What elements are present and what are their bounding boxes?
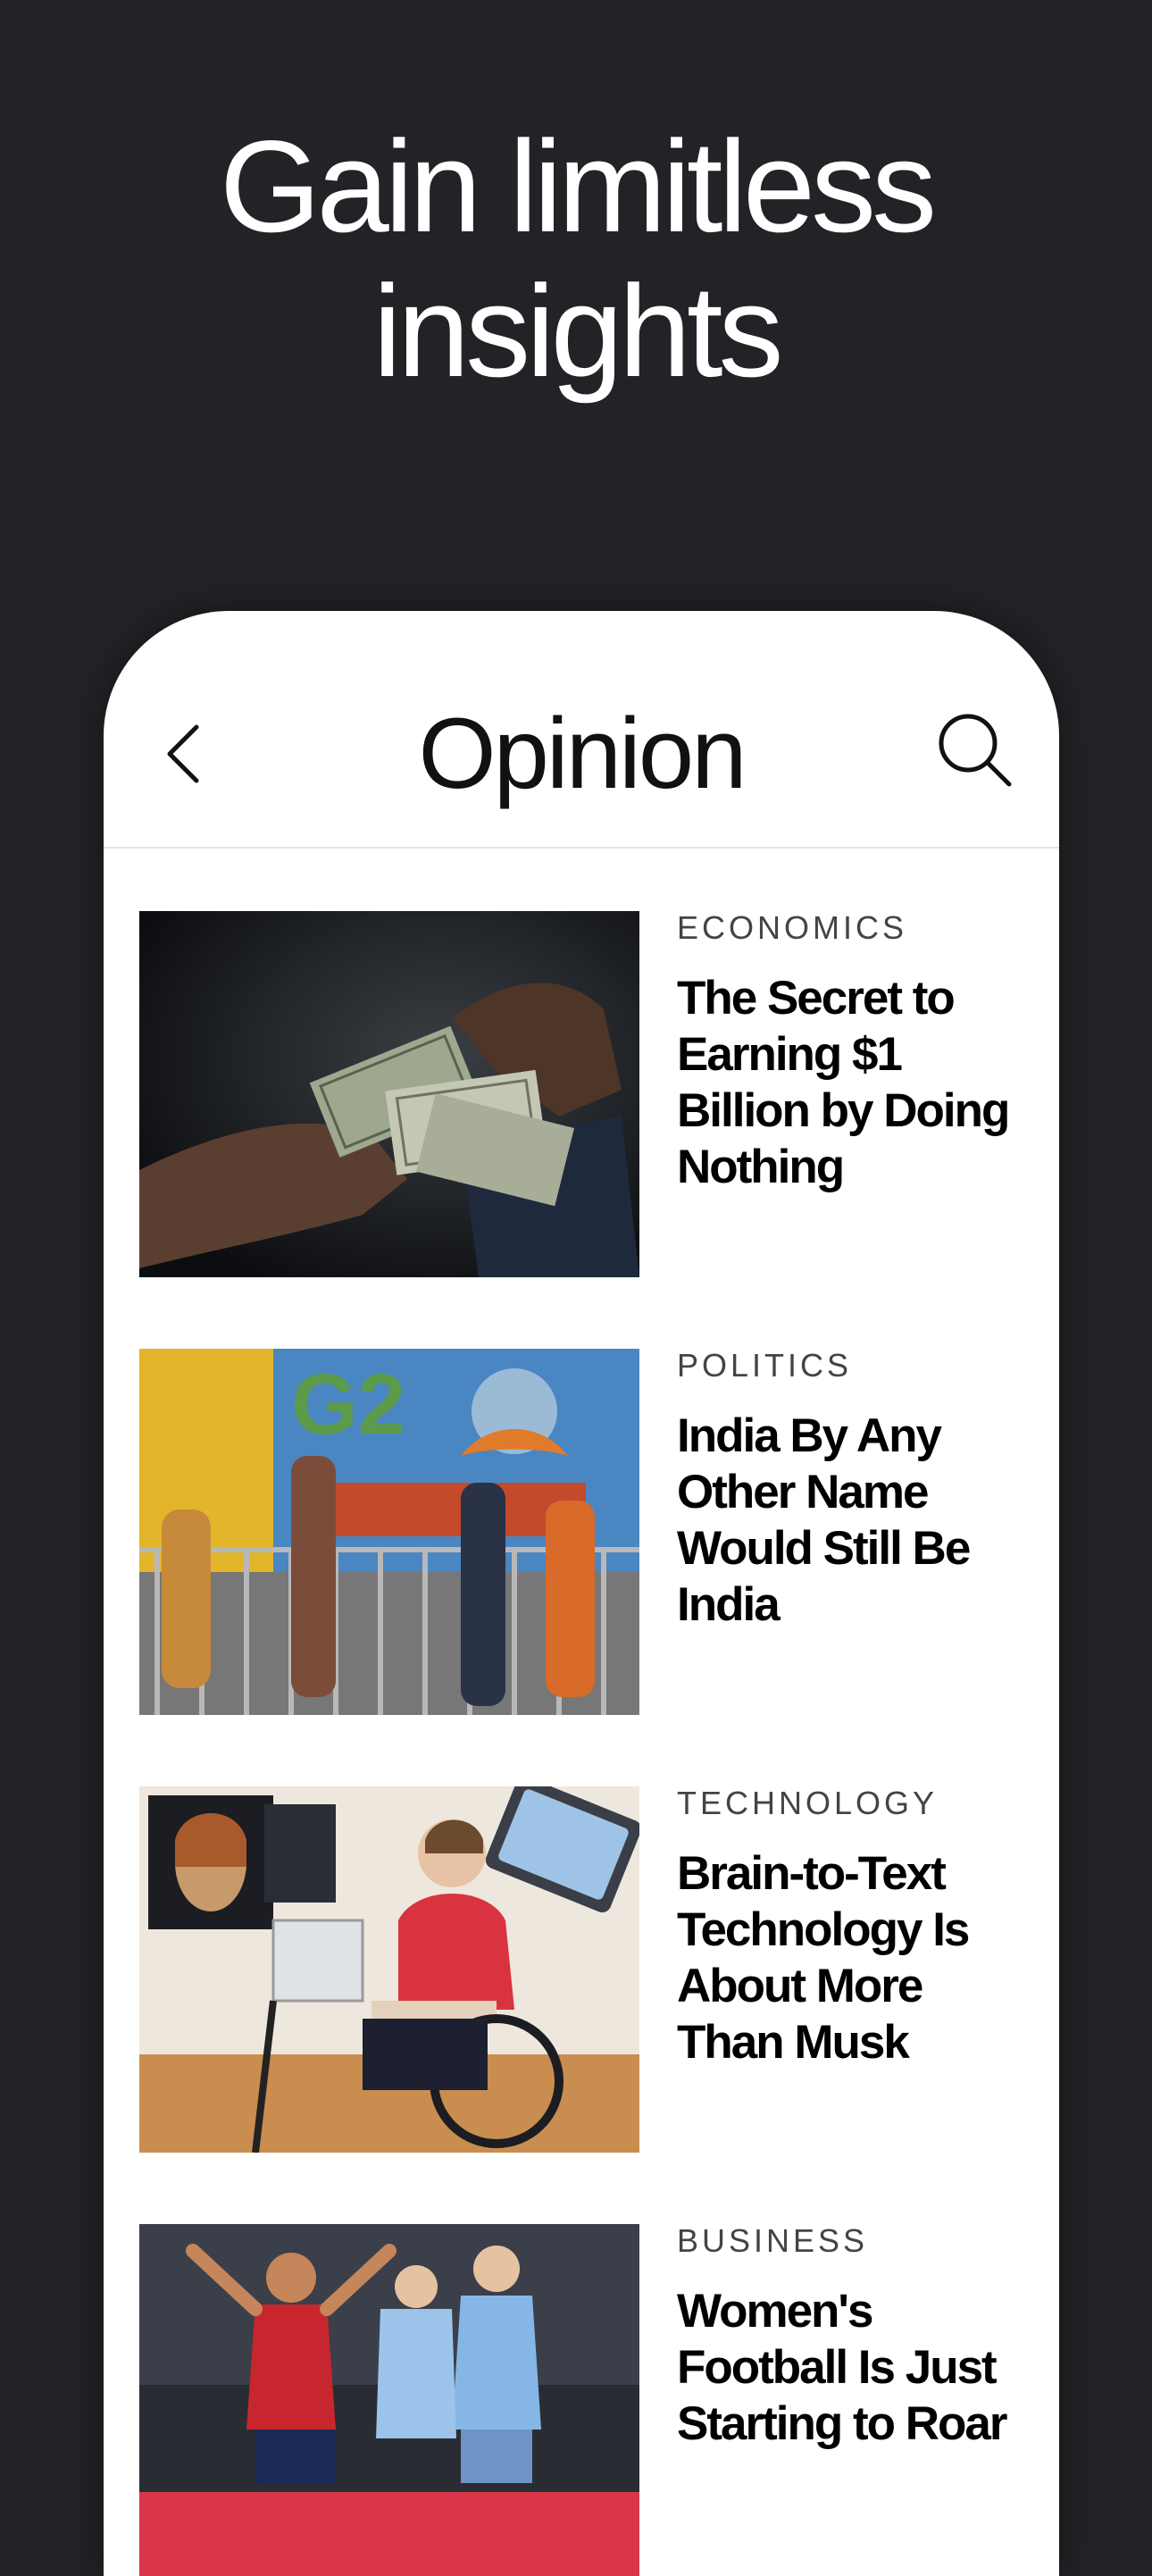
article-thumbnail (139, 911, 639, 1277)
article-category: POLITICS (677, 1347, 853, 1384)
page-title: Opinion (418, 698, 747, 809)
article-category: BUSINESS (677, 2222, 869, 2259)
article-title[interactable]: Women's Football Is Just Starting to Roa… (677, 2283, 1034, 2452)
article-item[interactable]: G2 POLITICS India By Any Other Name Woul… (139, 1347, 1034, 1715)
nav-bar: Opinion (104, 611, 1059, 849)
phone-screen: Opinion ECONOMICS The Secret to Earning … (104, 611, 1059, 2576)
wheelchair-lab-photo (139, 1786, 639, 2153)
article-title[interactable]: The Secret to Earning $1 Billion by Doin… (677, 970, 1034, 1195)
article-item[interactable]: TECHNOLOGY Brain-to-Text Technology Is A… (139, 1785, 1034, 2153)
article-title[interactable]: Brain-to-Text Technology Is About More T… (677, 1845, 1034, 2070)
money-photo (139, 911, 639, 1277)
article-category: TECHNOLOGY (677, 1785, 939, 1821)
article-thumbnail (139, 2224, 639, 2576)
svg-text:G2: G2 (291, 1357, 405, 1452)
article-category: ECONOMICS (677, 909, 908, 946)
article-thumbnail (139, 1786, 639, 2153)
street-mural-photo: G2 (139, 1349, 639, 1715)
article-item[interactable]: BUSINESS Women's Football Is Just Starti… (139, 2222, 1034, 2576)
article-title[interactable]: India By Any Other Name Would Still Be I… (677, 1408, 1034, 1633)
article-item[interactable]: ECONOMICS The Secret to Earning $1 Billi… (139, 909, 1034, 1277)
promo-headline-line-2: insights (372, 258, 783, 404)
search-icon[interactable] (934, 709, 1014, 790)
promo-headline: Gain limitless insights (0, 114, 1152, 404)
article-thumbnail: G2 (139, 1349, 639, 1715)
promo-headline-line-1: Gain limitless (219, 113, 937, 259)
football-photo (139, 2224, 639, 2576)
